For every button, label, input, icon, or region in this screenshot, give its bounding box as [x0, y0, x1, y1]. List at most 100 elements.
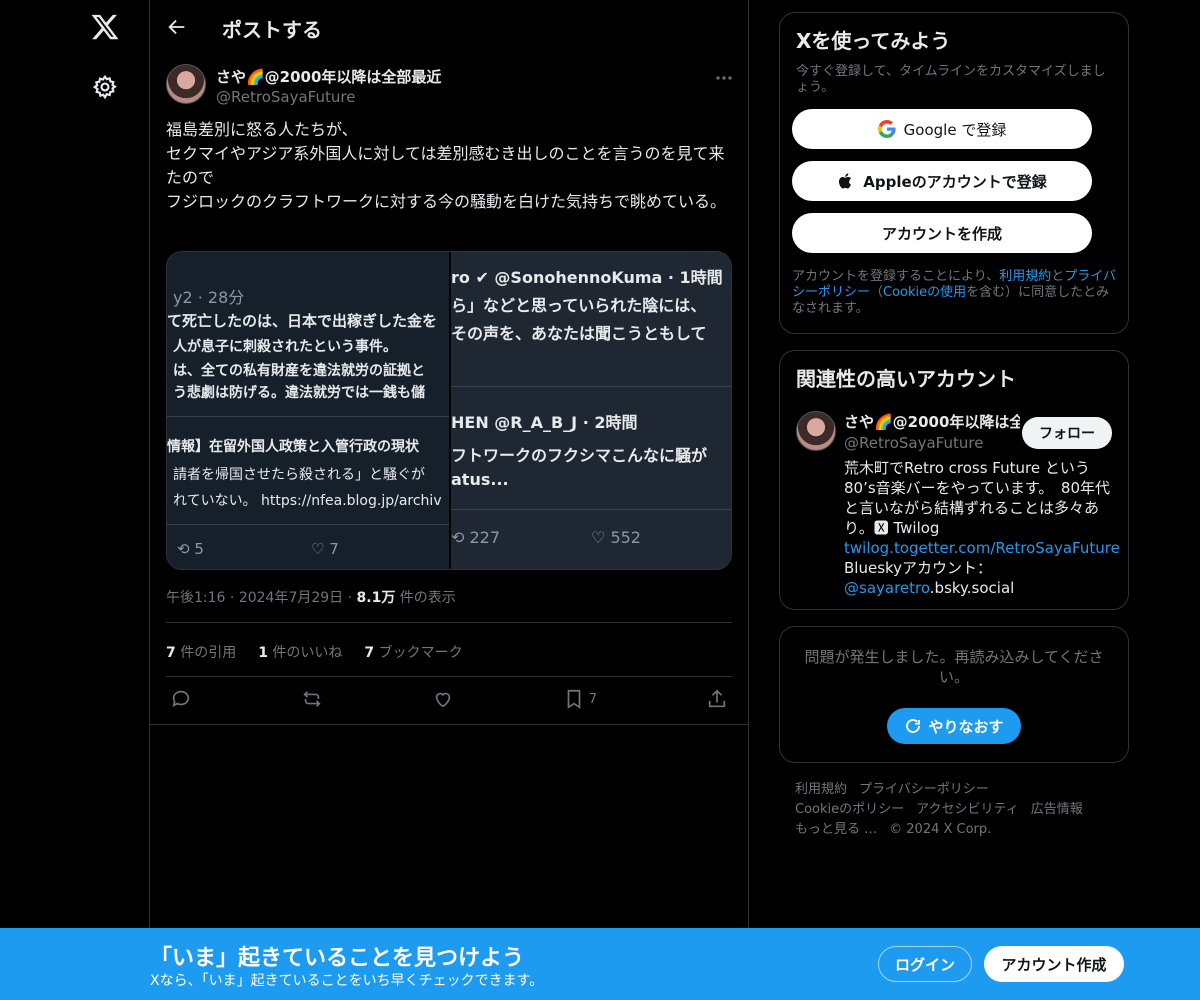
media-text: ro ✔ @SonohennoKuma · 1時間: [451, 268, 723, 287]
footer-terms[interactable]: 利用規約: [795, 782, 847, 797]
signup-subtitle: 今すぐ登録して、タイムラインをカスタマイズしましょう。: [796, 64, 1106, 95]
media-text: れていない。 https://nfea.blog.jp/archiv: [173, 493, 442, 509]
reply-icon[interactable]: [170, 688, 192, 710]
media-image-left[interactable]: y2 · 28分 て死亡したのは、日本で出稼ぎした金を 人が息子に刺殺されたとい…: [167, 252, 450, 569]
error-card: 問題が発生しました。再読み込みしてください。 やりなおす: [779, 626, 1129, 763]
apple-icon: [837, 172, 855, 190]
google-icon: [877, 120, 896, 138]
signup-card: Xを使ってみよう 今すぐ登録して、タイムラインをカスタマイズしましょう。 Goo…: [779, 12, 1129, 334]
divider: [150, 724, 748, 725]
back-arrow-icon[interactable]: [166, 16, 188, 38]
divider: [451, 386, 731, 387]
google-signup-button[interactable]: Google で登録: [792, 109, 1092, 149]
divider: [166, 622, 732, 623]
media-text: フトワークのフクシマこんなに騒が: [451, 446, 708, 465]
x-logo-icon[interactable]: [90, 12, 120, 42]
author-handle[interactable]: @RetroSayaFuture: [216, 88, 441, 106]
footer-privacy[interactable]: プライバシーポリシー: [859, 782, 989, 797]
signup-legal: アカウントを登録することにより、利用規約とプライバシーポリシー（Cookieの使…: [792, 269, 1118, 317]
bookmark-button[interactable]: 7: [563, 688, 597, 710]
media-image-right[interactable]: ro ✔ @SonohennoKuma · 1時間 ら」などと思っていられた陰に…: [451, 252, 731, 569]
bio-mention-link[interactable]: @sayaretro: [844, 579, 930, 597]
divider: [451, 509, 731, 510]
related-title: 関連性の高いアカウント: [796, 367, 1016, 391]
media-text: HEN @R_A_B_J · 2時間: [451, 413, 638, 432]
divider: [167, 416, 450, 417]
like-icon[interactable]: [432, 688, 454, 710]
media-text: う悲劇は防げる。違法就労では一銭も儲: [173, 385, 425, 401]
signup-button[interactable]: アカウント作成: [984, 946, 1124, 982]
retry-label: やりなおす: [928, 717, 1004, 736]
related-accounts-card: 関連性の高いアカウント さや🌈@2000年以降は全部最近 @RetroSayaF…: [779, 350, 1129, 610]
post-media[interactable]: y2 · 28分 て死亡したのは、日本で出稼ぎした金を 人が息子に刺殺されたとい…: [166, 251, 732, 570]
terms-link[interactable]: 利用規約: [999, 269, 1051, 284]
footer-accessibility[interactable]: アクセシビリティ: [916, 802, 1019, 817]
divider: [167, 524, 450, 525]
related-account-name[interactable]: さや🌈@2000年以降は全部最近: [844, 411, 1020, 432]
media-text: て死亡したのは、日本で出稼ぎした金を: [167, 312, 438, 330]
media-text: 情報】在留外国人政策と入管行政の現状: [167, 439, 419, 455]
legal-text: と: [1051, 269, 1065, 284]
legal-text: （: [870, 285, 884, 300]
post-header: さや🌈@2000年以降は全部最近 @RetroSayaFuture: [166, 64, 734, 106]
footer-copyright: © 2024 X Corp.: [889, 822, 992, 837]
avatar[interactable]: [166, 64, 206, 104]
repost-icon[interactable]: [301, 688, 323, 710]
author-name[interactable]: さや🌈@2000年以降は全部最近: [216, 66, 441, 87]
media-text: y2 · 28分: [173, 288, 245, 307]
cookie-link[interactable]: Cookieの使用: [883, 285, 966, 300]
media-retweet-count: ⟲ 5: [177, 540, 204, 558]
bio-twilog-link[interactable]: twilog.togetter.com/RetroSayaFuture: [844, 539, 1120, 557]
post-meta: 午後1:16 · 2024年7月29日 · 8.1万 件の表示: [166, 590, 456, 606]
post-text: 福島差別に怒る人たちが、 セクマイやアジア系外国人に対しては差別感むき出しのこと…: [166, 120, 727, 211]
likes-stat[interactable]: 1 件のいいね: [258, 642, 342, 662]
footer-more[interactable]: もっと見る …: [795, 822, 877, 837]
views-label: 件の表示: [399, 590, 456, 606]
follow-button[interactable]: フォロー: [1022, 417, 1112, 449]
bookmark-icon: [563, 688, 585, 710]
media-text: その声を、あなたは聞こうともして: [451, 324, 707, 343]
page-title: ポストする: [222, 18, 322, 42]
login-button[interactable]: ログイン: [878, 946, 972, 982]
media-like-count: ♡ 7: [311, 540, 339, 558]
related-account-handle[interactable]: @RetroSayaFuture: [844, 434, 983, 452]
header: ポストする: [150, 0, 748, 53]
footer-links: 利用規約 プライバシーポリシー Cookieのポリシー アクセシビリティ 広告情報 も…: [795, 780, 1115, 840]
bottom-bar-title: 「いま」起きていることを見つけよう: [150, 946, 525, 971]
main-column: ポストする さや🌈@2000年以降は全部最近 @RetroSayaFuture …: [149, 0, 749, 928]
avatar[interactable]: [796, 411, 836, 451]
bookmark-count: 7: [588, 691, 598, 707]
footer-ads[interactable]: 広告情報: [1031, 802, 1083, 817]
related-account-bio: 荒木町でRetro cross Future という80’s音楽バーをやっていま…: [844, 458, 1120, 598]
bottom-signup-bar: 「いま」起きていることを見つけよう Xなら、「いま」起きていることをいち早くチェ…: [0, 928, 1200, 1000]
media-text: atus...: [451, 470, 509, 489]
post-date[interactable]: 2024年7月29日: [239, 590, 343, 606]
media-like-count: ♡ 552: [591, 528, 641, 547]
bookmarks-stat[interactable]: 7 ブックマーク: [364, 642, 462, 662]
post-actions: 7: [166, 688, 732, 710]
bio-text: Blueskyアカウント：: [844, 559, 993, 577]
post-stats: 7 件の引用 1 件のいいね 7 ブックマーク: [166, 642, 463, 662]
bio-text: .bsky.social: [929, 579, 1015, 597]
apple-signup-button[interactable]: Appleのアカウントで登録: [792, 161, 1092, 201]
bio-text: 荒木町でRetro cross Future という80’s音楽バーをやっていま…: [844, 459, 1111, 537]
more-options-icon[interactable]: [714, 68, 734, 88]
left-nav: [0, 0, 150, 1000]
quotes-stat[interactable]: 7 件の引用: [166, 642, 236, 662]
views-count: 8.1万: [356, 590, 396, 606]
create-account-button[interactable]: アカウントを作成: [792, 213, 1092, 253]
retry-button[interactable]: やりなおす: [887, 708, 1021, 744]
media-retweet-count: ⟲ 227: [451, 528, 501, 547]
legal-text: アカウントを登録することにより、: [792, 269, 1000, 284]
footer-cookie[interactable]: Cookieのポリシー: [795, 802, 904, 817]
media-text: ら」などと思っていられた陰には、: [451, 296, 707, 315]
post-time[interactable]: 午後1:16: [166, 590, 225, 606]
author[interactable]: さや🌈@2000年以降は全部最近 @RetroSayaFuture: [216, 66, 441, 106]
share-icon[interactable]: [706, 688, 728, 710]
media-text: 人が息子に刺殺されたという事件。: [173, 339, 397, 355]
google-signup-label: Google で登録: [903, 120, 1007, 139]
signup-title: Xを使ってみよう: [796, 29, 951, 53]
divider: [166, 676, 732, 677]
create-account-label: アカウントを作成: [881, 224, 1002, 243]
gear-icon[interactable]: [92, 74, 118, 100]
